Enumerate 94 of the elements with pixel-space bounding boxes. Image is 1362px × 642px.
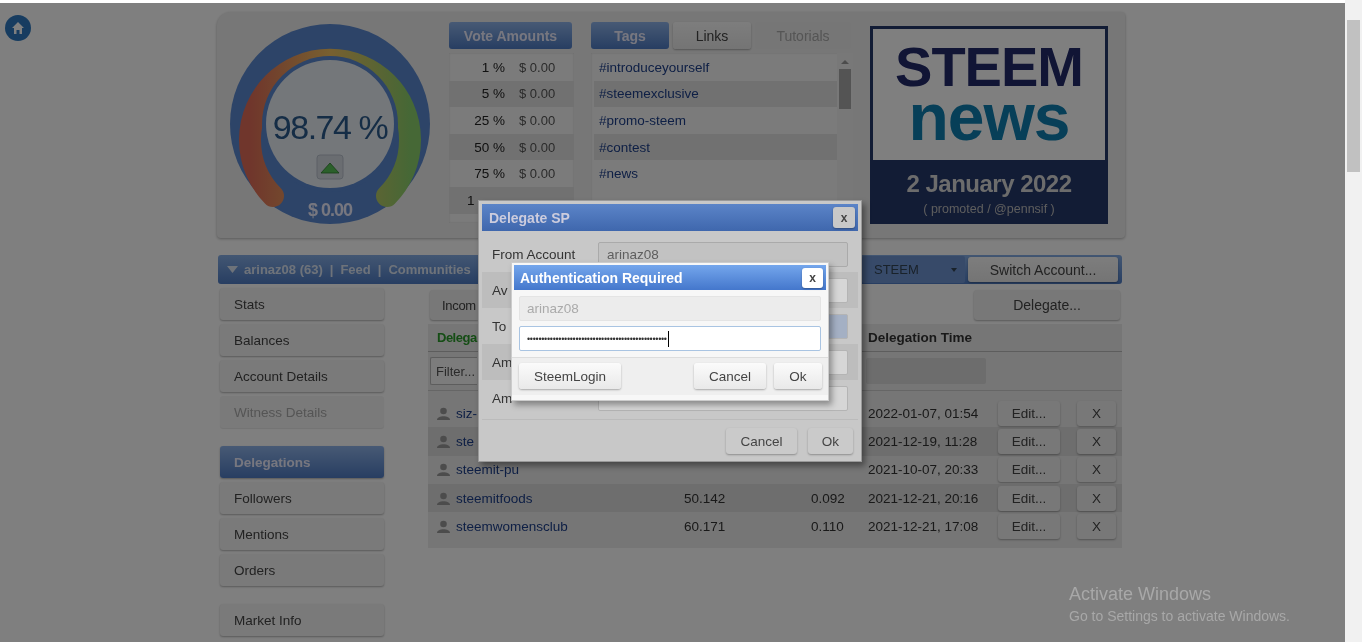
nav-link[interactable]: arinaz08 (63) bbox=[244, 262, 323, 277]
sidebar-item[interactable]: Balances bbox=[220, 324, 384, 356]
sidebar-item[interactable]: Stats bbox=[220, 288, 384, 320]
vote-percent: 50 % bbox=[473, 139, 506, 155]
account-field[interactable]: arinaz08 bbox=[519, 296, 821, 321]
table-cell-text: 0.110 bbox=[811, 518, 845, 534]
table-cell-text: 2021-12-21, 20:16 bbox=[868, 490, 980, 506]
vote-value: $ 0.00 bbox=[519, 113, 556, 128]
sidebar-item[interactable]: Market Info bbox=[220, 604, 384, 636]
vote-percent: 5 % bbox=[480, 86, 506, 102]
tag-link[interactable]: #contest bbox=[599, 139, 651, 155]
sidebar-item[interactable]: Orders bbox=[220, 554, 384, 586]
table-cell-text: 60.171 bbox=[684, 518, 727, 534]
edit-button[interactable]: Edit... bbox=[998, 428, 1060, 454]
close-button[interactable]: x bbox=[802, 267, 823, 288]
upvote-button[interactable] bbox=[316, 154, 344, 180]
tab[interactable]: Links bbox=[673, 22, 751, 49]
table-cell-text: 50.142 bbox=[684, 490, 727, 506]
account-link[interactable]: siz- bbox=[456, 405, 477, 421]
account-link[interactable]: steemit-pu bbox=[456, 462, 520, 478]
table-cell-text: 2022-01-07, 01:54 bbox=[868, 405, 980, 421]
vote-percent: 75 % bbox=[473, 166, 506, 182]
account-link[interactable]: steemwomensclub bbox=[456, 518, 568, 534]
home-icon[interactable] bbox=[5, 15, 31, 41]
edit-button[interactable]: Edit... bbox=[998, 485, 1060, 511]
cancel-button[interactable]: Cancel bbox=[726, 428, 797, 454]
field-label: Am bbox=[492, 390, 514, 406]
user-icon bbox=[437, 519, 450, 533]
remove-button[interactable]: X bbox=[1077, 513, 1116, 539]
remove-button[interactable]: X bbox=[1077, 457, 1116, 483]
vote-percent: 1 bbox=[467, 192, 476, 208]
dialog-title: Authentication Required bbox=[520, 269, 683, 286]
user-icon bbox=[437, 406, 450, 420]
ok-button[interactable]: Ok bbox=[774, 363, 822, 389]
vote-percent: 1 % bbox=[480, 59, 506, 75]
nav-link[interactable]: Communities bbox=[388, 262, 471, 277]
vote-value: $ 0.00 bbox=[519, 86, 556, 102]
user-icon bbox=[437, 463, 450, 477]
caret-icon[interactable] bbox=[951, 267, 957, 272]
cancel-button[interactable]: Cancel bbox=[694, 363, 766, 389]
table-cell-text: 0.092 bbox=[811, 490, 846, 506]
sidebar-item[interactable]: Followers bbox=[220, 482, 384, 514]
separator: | bbox=[377, 262, 382, 277]
field-label: To bbox=[492, 318, 508, 334]
steemlogin-button[interactable]: SteemLogin bbox=[519, 363, 621, 389]
column-header: Delegation Time bbox=[868, 330, 973, 345]
vote-value: $ 0.00 bbox=[519, 139, 556, 155]
table-cell-text: 2021-12-19, 11:28 bbox=[868, 433, 979, 449]
edit-button[interactable]: Edit... bbox=[998, 513, 1060, 539]
incoming-tab[interactable]: Incom bbox=[430, 290, 478, 320]
tab[interactable]: Tags bbox=[591, 22, 669, 49]
page-scrollbar[interactable] bbox=[1347, 20, 1360, 172]
edit-button[interactable]: Edit... bbox=[998, 400, 1060, 426]
switch-account-button[interactable]: Switch Account... bbox=[968, 257, 1118, 282]
tag-link[interactable]: #news bbox=[599, 166, 639, 182]
separator: | bbox=[329, 262, 334, 277]
scroll-up-icon[interactable] bbox=[841, 60, 849, 64]
vote-amounts-tab[interactable]: Vote Amounts bbox=[449, 22, 572, 49]
table-cell-text: 2021-10-07, 20:33 bbox=[868, 462, 980, 478]
user-icon bbox=[437, 434, 450, 448]
sidebar-item[interactable]: Account Details bbox=[220, 360, 384, 392]
news-credit: ( promoted / @pennsif ) bbox=[923, 202, 1055, 216]
news-date: 2 January 2022 bbox=[906, 170, 1072, 198]
vote-value: $ 0.00 bbox=[519, 59, 556, 75]
filter-field[interactable] bbox=[866, 358, 986, 384]
field-label: Am bbox=[492, 354, 514, 370]
user-icon bbox=[437, 491, 450, 505]
edit-button[interactable]: Edit... bbox=[998, 457, 1060, 483]
nav-link[interactable]: Feed bbox=[340, 262, 371, 277]
column-header: Delega bbox=[437, 330, 477, 345]
delegate-button[interactable]: Delegate... bbox=[974, 290, 1120, 320]
tag-link[interactable]: #promo-steem bbox=[599, 113, 687, 128]
field-label: Av bbox=[492, 282, 509, 298]
vote-value: $ 0.00 bbox=[519, 166, 556, 182]
account-link[interactable]: ste bbox=[456, 433, 474, 449]
password-field[interactable]: ••••••••••••••••••••••••••••••••••••••••••••••••• bbox=[519, 326, 821, 351]
account-link[interactable]: steemitfoods bbox=[456, 490, 533, 506]
field-label: From Account bbox=[492, 246, 577, 262]
remove-button[interactable]: X bbox=[1077, 428, 1116, 454]
vote-percent: 25 % bbox=[473, 113, 506, 128]
caret-icon[interactable] bbox=[227, 266, 238, 273]
dialog-title: Delegate SP bbox=[489, 209, 570, 226]
sidebar-item[interactable]: Delegations bbox=[220, 446, 384, 478]
gauge-percent: 98.74 % bbox=[272, 108, 388, 146]
sidebar-item[interactable]: Mentions bbox=[220, 518, 384, 550]
gauge-value: $ 0.00 bbox=[308, 200, 352, 220]
ok-button[interactable]: Ok bbox=[808, 428, 853, 454]
remove-button[interactable]: X bbox=[1077, 400, 1116, 426]
table-cell-text: 2021-12-21, 17:08 bbox=[868, 518, 980, 534]
close-button[interactable]: x bbox=[833, 207, 855, 228]
filter-field[interactable]: Filter... bbox=[430, 357, 477, 385]
news-banner[interactable]: STEEM news 2 January 2022 ( promoted / @pennsif ) bbox=[870, 26, 1108, 224]
remove-button[interactable]: X bbox=[1077, 485, 1116, 511]
tag-link[interactable]: #introduceyourself bbox=[599, 59, 710, 75]
